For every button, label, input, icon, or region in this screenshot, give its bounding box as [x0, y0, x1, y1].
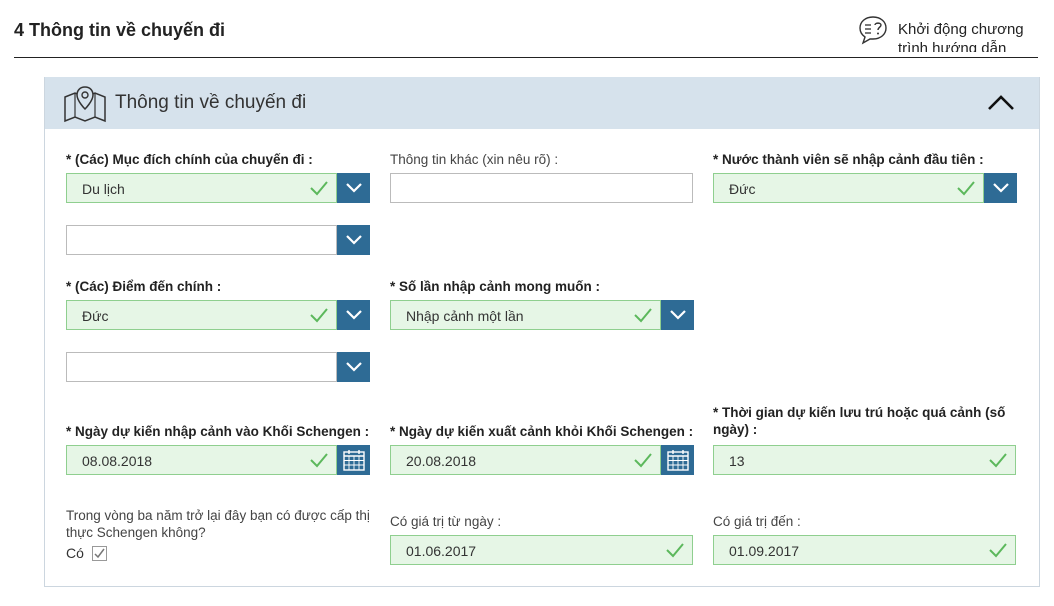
check-icon: [989, 453, 1007, 468]
chevron-up-icon[interactable]: [987, 91, 1015, 113]
entries-select[interactable]: Nhập cảnh một lần: [390, 300, 694, 330]
chevron-down-icon: [669, 310, 686, 320]
panel-header[interactable]: Thông tin về chuyến đi: [45, 77, 1039, 129]
check-icon: [634, 308, 652, 323]
valid-to-label: Có giá trị đến :: [713, 514, 801, 529]
speech-question-icon: [859, 16, 887, 45]
departure-date-value: 20.08.2018: [406, 453, 477, 469]
start-guide-label: Khởi động chương trình hướng dẫn: [898, 21, 1024, 52]
check-icon: [957, 181, 975, 196]
duration-label: * Thời gian dự kiến lưu trú hoặc quá cản…: [713, 405, 1006, 437]
chevron-down-icon: [345, 362, 362, 372]
checkmark-icon: [94, 548, 105, 558]
other-info-label: Thông tin khác (xin nêu rõ) :: [390, 152, 559, 167]
other-info-input[interactable]: [390, 173, 693, 203]
check-icon: [666, 543, 684, 558]
destination-dropdown-button[interactable]: [337, 300, 370, 330]
purpose-select[interactable]: Du lịch: [66, 173, 370, 203]
valid-from-input[interactable]: 01.06.2017: [390, 535, 693, 565]
departure-date-input[interactable]: 20.08.2018: [390, 445, 694, 475]
arrival-date-label: * Ngày dự kiến nhập cảnh vào Khối Scheng…: [66, 424, 370, 439]
valid-from-label: Có giá trị từ ngày :: [390, 514, 502, 529]
duration-input[interactable]: 13: [713, 445, 1016, 475]
departure-calendar-button[interactable]: [661, 445, 694, 475]
arrival-date-input[interactable]: 08.08.2018: [66, 445, 370, 475]
previous-visa-option[interactable]: Có: [66, 545, 107, 561]
purpose-value: Du lịch: [82, 181, 125, 197]
first-entry-select[interactable]: Đức: [713, 173, 1017, 203]
check-icon: [310, 453, 328, 468]
valid-to-input[interactable]: 01.09.2017: [713, 535, 1016, 565]
chevron-down-icon: [992, 183, 1009, 193]
page-header: 4 Thông tin về chuyến đi Khởi động chươn…: [14, 0, 1038, 58]
first-entry-label: * Nước thành viên sẽ nhập cảnh đầu tiên …: [713, 152, 984, 167]
previous-visa-label: Trong vòng ba năm trở lại đây bạn có đượ…: [66, 508, 370, 540]
arrival-calendar-button[interactable]: [337, 445, 370, 475]
entries-dropdown-button[interactable]: [661, 300, 694, 330]
chevron-down-icon: [345, 183, 362, 193]
departure-date-label: * Ngày dự kiến xuất cảnh khỏi Khối Schen…: [390, 424, 694, 439]
previous-visa-checkbox[interactable]: [91, 545, 107, 561]
entries-label: * Số lần nhập cảnh mong muốn :: [390, 279, 601, 294]
valid-to-value: 01.09.2017: [729, 543, 800, 559]
first-entry-value: Đức: [729, 181, 756, 197]
page-title: 4 Thông tin về chuyến đi: [14, 20, 226, 40]
check-icon: [989, 543, 1007, 558]
calendar-icon: [666, 450, 689, 471]
previous-visa-option-label: Có: [66, 545, 84, 561]
check-icon: [634, 453, 652, 468]
first-entry-dropdown-button[interactable]: [984, 173, 1017, 203]
check-icon: [310, 181, 328, 196]
panel-title: Thông tin về chuyến đi: [115, 92, 307, 113]
destination-extra-dropdown-button[interactable]: [337, 352, 370, 382]
destination-value: Đức: [82, 308, 109, 324]
map-pin-icon: [64, 86, 106, 123]
start-guide-link[interactable]: Khởi động chương trình hướng dẫn: [858, 14, 1038, 52]
purpose-dropdown-button[interactable]: [337, 173, 370, 203]
purpose-label: * (Các) Mục đích chính của chuyến đi :: [66, 152, 313, 167]
arrival-date-value: 08.08.2018: [82, 453, 153, 469]
destination-extra-select[interactable]: [66, 352, 370, 382]
valid-from-value: 01.06.2017: [406, 543, 477, 559]
destination-label: * (Các) Điểm đến chính :: [66, 279, 222, 294]
entries-value: Nhập cảnh một lần: [406, 308, 524, 324]
check-icon: [310, 308, 328, 323]
chevron-down-icon: [345, 235, 362, 245]
chevron-down-icon: [345, 310, 362, 320]
purpose-extra-select[interactable]: [66, 225, 370, 255]
duration-value: 13: [729, 453, 745, 469]
purpose-extra-dropdown-button[interactable]: [337, 225, 370, 255]
destination-select[interactable]: Đức: [66, 300, 370, 330]
calendar-icon: [342, 450, 365, 471]
